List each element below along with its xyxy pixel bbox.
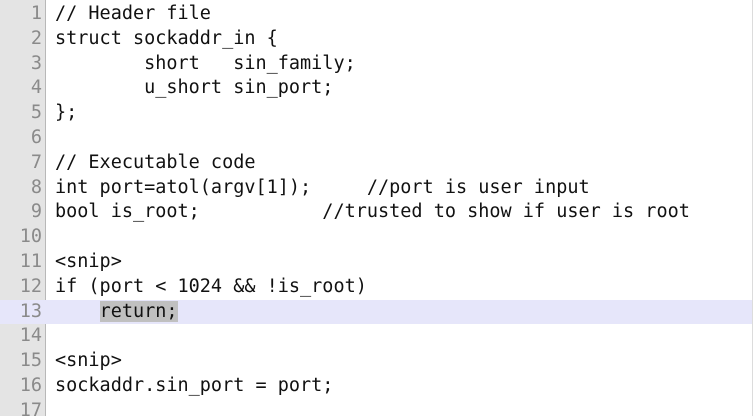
- line-text[interactable]: <snip>: [55, 349, 122, 374]
- code-line-16[interactable]: 16 sockaddr.sin_port = port;: [0, 374, 753, 399]
- code-line-12[interactable]: 12 if (port < 1024 && !is_root): [0, 275, 753, 300]
- line-number: 7: [30, 151, 42, 173]
- line-number: 1: [30, 3, 42, 24]
- line-number: 11: [19, 250, 42, 272]
- line-text[interactable]: u_short sin_port;: [55, 76, 333, 101]
- code-lines[interactable]: 1 // Header file 2 struct sockaddr_in { …: [0, 2, 753, 416]
- line-text[interactable]: bool is_root; //trusted to show if user …: [55, 200, 690, 225]
- line-text[interactable]: // Executable code: [55, 151, 255, 176]
- line-number: 2: [30, 27, 42, 49]
- line-number: 15: [19, 350, 42, 372]
- code-line-15[interactable]: 15 <snip>: [0, 349, 753, 374]
- line-text[interactable]: if (port < 1024 && !is_root): [55, 275, 367, 300]
- code-line-4[interactable]: 4 u_short sin_port;: [0, 76, 753, 101]
- line-text[interactable]: return;: [55, 300, 178, 325]
- code-line-14[interactable]: 14: [0, 324, 753, 349]
- selected-text[interactable]: return;: [99, 300, 178, 322]
- line-number: 3: [30, 52, 42, 74]
- code-line-1[interactable]: 1 // Header file: [0, 2, 753, 27]
- line-number: 9: [30, 201, 42, 223]
- line-number: 13: [19, 300, 42, 322]
- line-text[interactable]: <snip>: [55, 250, 122, 275]
- line-number: 17: [19, 399, 42, 416]
- line-text[interactable]: // Header file: [55, 2, 211, 27]
- line-number: 10: [19, 226, 42, 248]
- code-line-10[interactable]: 10: [0, 225, 753, 250]
- code-line-3[interactable]: 3 short sin_family;: [0, 52, 753, 77]
- line-number: 5: [30, 102, 42, 124]
- code-line-8[interactable]: 8 int port=atol(argv[1]); //port is user…: [0, 176, 753, 201]
- code-line-11[interactable]: 11 <snip>: [0, 250, 753, 275]
- code-line-13-current[interactable]: 13 return;: [0, 299, 753, 325]
- line-number: 8: [30, 176, 42, 198]
- line-number: 12: [19, 275, 42, 297]
- line-text[interactable]: short sin_family;: [55, 52, 356, 77]
- line-number: 14: [19, 325, 42, 347]
- line-text[interactable]: int port=atol(argv[1]); //port is user i…: [55, 176, 590, 201]
- code-line-7[interactable]: 7 // Executable code: [0, 151, 753, 176]
- line-text[interactable]: };: [55, 101, 77, 126]
- line-text[interactable]: struct sockaddr_in {: [55, 27, 278, 52]
- line-text[interactable]: sockaddr.sin_port = port;: [55, 374, 333, 399]
- code-line-2[interactable]: 2 struct sockaddr_in {: [0, 27, 753, 52]
- line-number: 4: [30, 77, 42, 99]
- line-number: 6: [30, 126, 42, 148]
- code-line-6[interactable]: 6: [0, 126, 753, 151]
- code-editor[interactable]: 1 // Header file 2 struct sockaddr_in { …: [0, 0, 753, 416]
- code-line-5[interactable]: 5 };: [0, 101, 753, 126]
- code-line-9[interactable]: 9 bool is_root; //trusted to show if use…: [0, 200, 753, 225]
- code-line-17[interactable]: 17: [0, 399, 753, 416]
- line-number: 16: [19, 374, 42, 396]
